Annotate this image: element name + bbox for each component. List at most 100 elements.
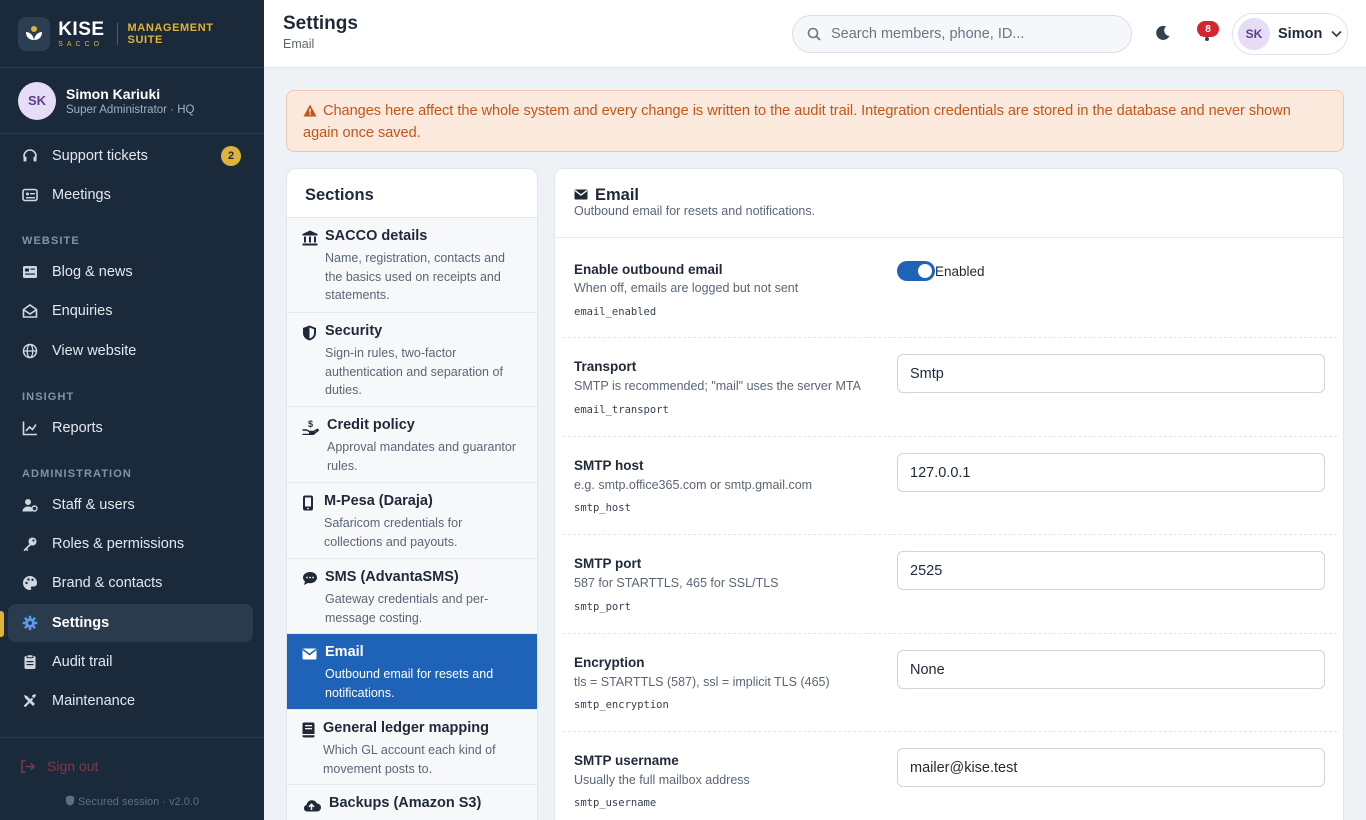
chart-line-icon: [22, 421, 37, 436]
sidebar-item-settings[interactable]: Settings: [8, 604, 253, 642]
section-desc: Safaricom credentials for collections an…: [324, 516, 463, 549]
clipboard-icon: [24, 654, 36, 669]
smtp-host-input[interactable]: 127.0.0.1: [897, 453, 1325, 492]
setting-hint: tls = STARTTLS (587), ssl = implicit TLS…: [574, 675, 830, 689]
sidebar-item-label: Brand & contacts: [52, 575, 163, 591]
sign-out-button[interactable]: Sign out: [20, 758, 98, 774]
section-gl-mapping[interactable]: General ledger mapping Which GL account …: [287, 710, 537, 785]
sidebar-item-staff[interactable]: Staff & users: [8, 486, 253, 524]
sidebar-item-label: Staff & users: [52, 497, 135, 513]
section-email[interactable]: Email Outbound email for resets and noti…: [287, 634, 537, 710]
section-security[interactable]: Security Sign-in rules, two-factor authe…: [287, 313, 537, 407]
newspaper-icon: [23, 266, 37, 278]
email-settings-panel: Email Outbound email for resets and noti…: [554, 168, 1344, 820]
section-title: Security: [325, 323, 383, 339]
sidebar-item-label: Blog & news: [52, 264, 133, 280]
shield-icon: [303, 325, 316, 341]
setting-label: SMTP host: [574, 458, 644, 473]
section-title: SACCO details: [325, 228, 428, 244]
email-enabled-toggle[interactable]: Enabled: [897, 261, 985, 281]
sidebar-item-view-website[interactable]: View website: [8, 332, 253, 370]
tools-icon: [23, 694, 36, 708]
section-mpesa[interactable]: M-Pesa (Daraja) Safaricom credentials fo…: [287, 483, 537, 559]
sms-icon: [303, 572, 317, 585]
user-role: Super Administrator · HQ: [66, 103, 195, 116]
search-box[interactable]: [792, 15, 1132, 53]
sidebar-item-brand-contacts[interactable]: Brand & contacts: [8, 564, 253, 602]
user-gear-icon: [22, 499, 38, 512]
nav-heading-administration: ADMINISTRATION: [22, 468, 132, 480]
sidebar-divider: [0, 737, 264, 738]
setting-row-transport: Transport SMTP is recommended; "mail" us…: [563, 338, 1337, 437]
section-desc: Sign-in rules, two-factor authentication…: [325, 346, 503, 397]
avatar: SK: [1238, 18, 1270, 50]
setting-row-encryption: Encryption tls = STARTTLS (587), ssl = i…: [563, 634, 1337, 732]
brand-name: KISE: [58, 18, 105, 40]
user-menu-button[interactable]: SK Simon: [1232, 13, 1348, 55]
section-sacco-details[interactable]: SACCO details Name, registration, contac…: [287, 218, 537, 313]
nav-heading-insight: INSIGHT: [22, 391, 75, 403]
globe-icon: [22, 343, 38, 359]
brand-tag: SACCO: [58, 40, 104, 48]
setting-hint: 587 for STARTTLS, 465 for SSL/TLS: [574, 576, 779, 590]
notification-count-badge: 8: [1197, 21, 1219, 37]
setting-label: Enable outbound email: [574, 262, 723, 277]
section-sms[interactable]: SMS (AdvantaSMS) Gateway credentials and…: [287, 559, 537, 634]
svg-text:$: $: [308, 419, 313, 429]
sidebar-item-reports[interactable]: Reports: [8, 409, 253, 447]
sidebar-user[interactable]: SK Simon Kariuki Super Administrator · H…: [0, 68, 264, 134]
smtp-username-input[interactable]: mailer@kise.test: [897, 748, 1325, 787]
section-title: Credit policy: [327, 417, 415, 433]
session-label: Secured session · v2.0.0: [77, 796, 200, 808]
setting-key: smtp_port: [574, 601, 631, 613]
session-info: Secured session · v2.0.0: [0, 795, 264, 808]
setting-label: Transport: [574, 359, 637, 374]
setting-row-smtp-username: SMTP username Usually the full mailbox a…: [563, 732, 1337, 820]
sidebar-item-roles[interactable]: Roles & permissions: [8, 525, 253, 563]
sidebar-item-support-tickets[interactable]: Support tickets 2: [8, 137, 253, 175]
sidebar-item-label: Roles & permissions: [52, 536, 185, 552]
user-menu-name: Simon: [1278, 26, 1323, 42]
sidebar-item-label: Settings: [52, 615, 110, 631]
sections-title: Sections: [287, 169, 537, 218]
alert-text: Changes here affect the whole system and…: [303, 103, 1291, 141]
toggle-switch[interactable]: [897, 261, 935, 281]
envelope-open-icon: [22, 304, 38, 318]
support-count-badge: 2: [221, 146, 241, 166]
section-credit-policy[interactable]: $ Credit policy Approval mandates and gu…: [287, 407, 537, 483]
section-title: M-Pesa (Daraja): [324, 493, 433, 509]
nav-heading-website: WEBSITE: [22, 235, 80, 247]
search-input[interactable]: [831, 26, 1111, 42]
detail-title: Email: [595, 186, 640, 204]
section-title: General ledger mapping: [323, 720, 489, 736]
logo-icon: [18, 16, 51, 51]
hand-money-icon: $: [302, 419, 319, 435]
sidebar-item-enquiries[interactable]: Enquiries: [8, 292, 253, 330]
section-title: SMS (AdvantaSMS): [325, 569, 459, 585]
transport-select[interactable]: Smtp: [897, 354, 1325, 393]
brand-divider: [116, 22, 118, 45]
cloud-upload-icon: [303, 800, 321, 812]
envelope-icon: [302, 648, 317, 660]
sections-panel: Sections SACCO details Name, registratio…: [286, 168, 538, 820]
meetings-icon: [22, 188, 38, 202]
sidebar-item-meetings[interactable]: Meetings: [8, 176, 253, 214]
key-icon: [23, 537, 37, 552]
setting-label: SMTP port: [574, 556, 642, 571]
book-icon: [302, 722, 315, 738]
encryption-select[interactable]: None: [897, 650, 1325, 689]
smtp-port-input[interactable]: 2525: [897, 551, 1325, 590]
sidebar-item-blog[interactable]: Blog & news: [8, 253, 253, 291]
section-backups[interactable]: Backups (Amazon S3): [287, 785, 537, 820]
section-desc: Gateway credentials and per-message cost…: [325, 592, 489, 625]
setting-hint: Usually the full mailbox address: [574, 773, 750, 787]
setting-key: smtp_encryption: [574, 699, 669, 711]
chevron-down-icon: [1331, 30, 1342, 38]
page-title: Settings: [283, 13, 358, 34]
dark-mode-toggle-icon[interactable]: [1154, 24, 1172, 42]
sidebar-item-audit-trail[interactable]: Audit trail: [8, 643, 253, 681]
brand[interactable]: KISE SACCO MANAGEMENT SUITE: [0, 0, 264, 68]
sidebar-item-maintenance[interactable]: Maintenance: [8, 682, 253, 720]
setting-label: SMTP username: [574, 753, 679, 768]
search-icon: [807, 27, 821, 41]
